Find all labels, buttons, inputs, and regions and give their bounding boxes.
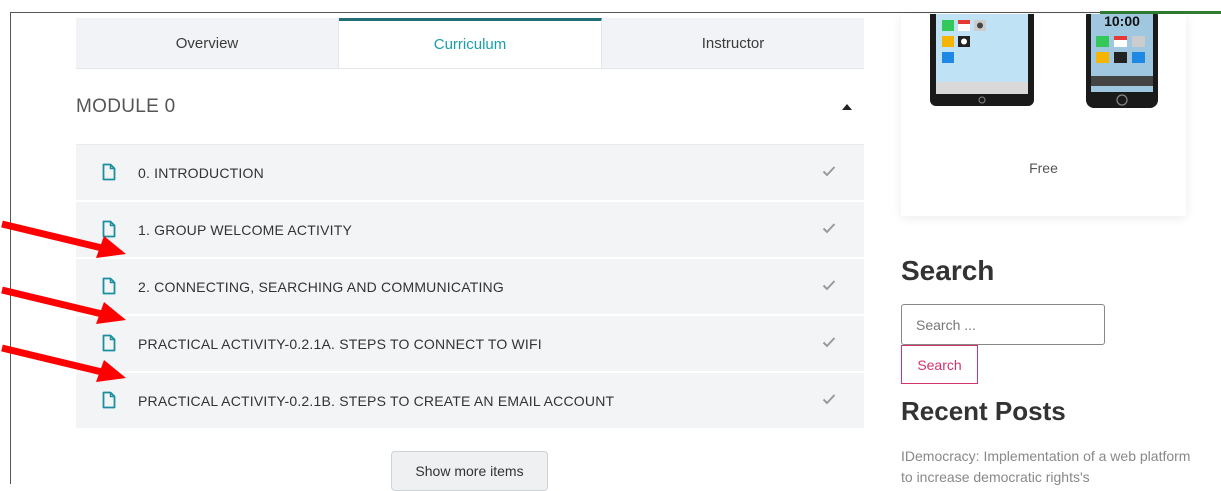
check-icon xyxy=(822,337,836,348)
tab-curriculum[interactable]: Curriculum xyxy=(339,18,602,68)
search-input[interactable] xyxy=(901,304,1105,345)
phone-illustration: 10:00 xyxy=(1086,14,1158,108)
lesson-item[interactable]: 0. INTRODUCTION xyxy=(76,145,864,200)
lesson-label: 1. GROUP WELCOME ACTIVITY xyxy=(138,221,353,238)
course-tabs: Overview Curriculum Instructor xyxy=(76,18,864,69)
annotation-arrow-3 xyxy=(1,344,126,382)
annotation-arrow-2 xyxy=(1,286,126,324)
tab-overview[interactable]: Overview xyxy=(76,18,339,68)
lesson-item[interactable]: PRACTICAL ACTIVITY-0.2.1B. STEPS TO CREA… xyxy=(76,373,864,428)
check-icon xyxy=(822,223,836,234)
module-header[interactable]: MODULE 0 xyxy=(76,70,864,145)
recent-posts-title: Recent Posts xyxy=(901,396,1066,426)
lesson-label: PRACTICAL ACTIVITY-0.2.1A. STEPS TO CONN… xyxy=(138,335,542,352)
check-icon xyxy=(822,280,836,291)
lesson-item[interactable]: 2. CONNECTING, SEARCHING AND COMMUNICATI… xyxy=(76,259,864,314)
phone-clock: 10:00 xyxy=(1104,14,1140,29)
lesson-item[interactable]: 1. GROUP WELCOME ACTIVITY xyxy=(76,202,864,257)
lesson-item[interactable]: PRACTICAL ACTIVITY-0.2.1A. STEPS TO CONN… xyxy=(76,316,864,371)
search-button[interactable]: Search xyxy=(901,345,978,384)
search-widget-title: Search xyxy=(901,255,995,286)
document-icon xyxy=(102,391,116,409)
recent-post-link[interactable]: IDemocracy: Implementation of a web plat… xyxy=(901,446,1191,488)
document-icon xyxy=(102,163,116,181)
tablet-illustration xyxy=(930,14,1034,106)
lesson-label: PRACTICAL ACTIVITY-0.2.1B. STEPS TO CREA… xyxy=(138,392,615,409)
check-icon xyxy=(822,166,836,177)
show-more-button[interactable]: Show more items xyxy=(391,451,548,491)
check-icon xyxy=(822,394,836,405)
collapse-caret-icon[interactable] xyxy=(842,104,852,110)
screenshot-frame-line xyxy=(10,12,1221,13)
course-price: Free xyxy=(1029,160,1058,176)
lesson-list: 0. INTRODUCTION 1. GROUP WELCOME ACTIVIT… xyxy=(76,145,864,430)
module-title: MODULE 0 xyxy=(76,96,176,117)
tab-instructor[interactable]: Instructor xyxy=(602,18,864,68)
lesson-label: 0. INTRODUCTION xyxy=(138,164,264,181)
course-card: 10:00 Free xyxy=(901,14,1186,216)
lesson-label: 2. CONNECTING, SEARCHING AND COMMUNICATI… xyxy=(138,278,504,295)
annotation-arrow-1 xyxy=(1,220,126,258)
